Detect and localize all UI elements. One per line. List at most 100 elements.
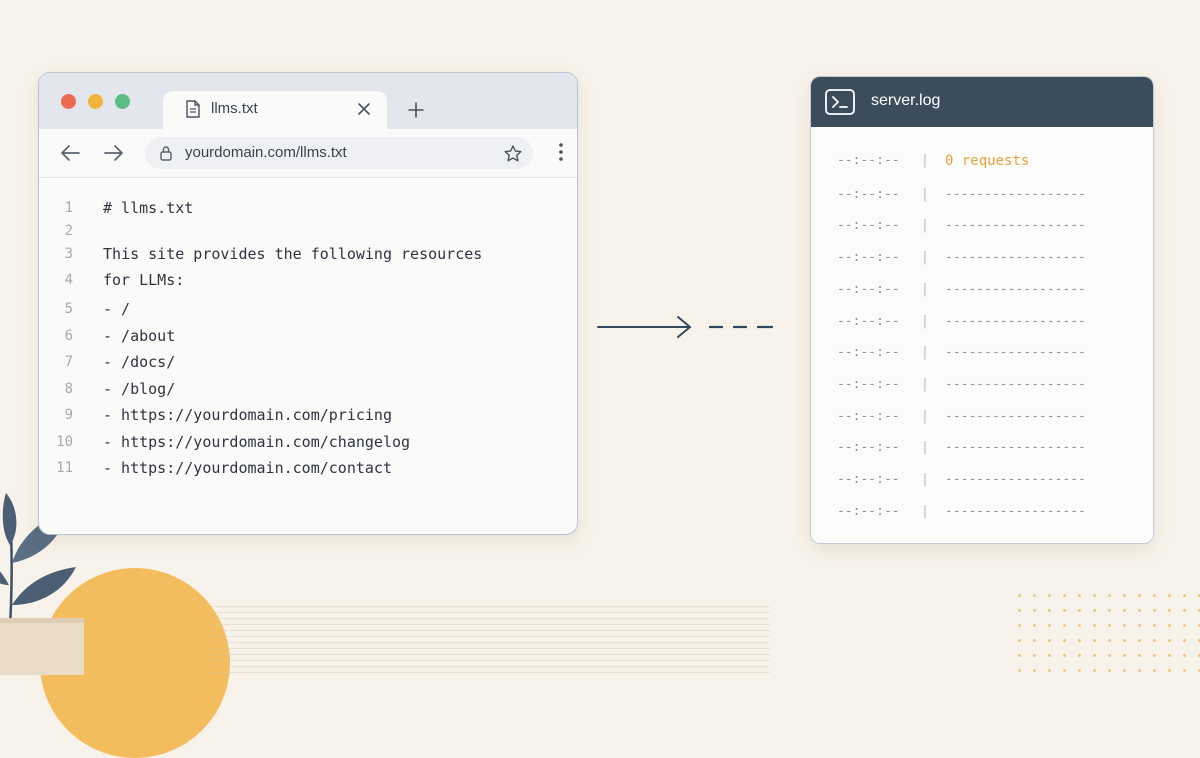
browser-tab[interactable]: llms.txt (163, 91, 387, 129)
line-text: - https://yourdomain.com/pricing (103, 406, 392, 424)
line-text: # llms.txt (103, 199, 194, 217)
line-number: 11 (56, 460, 73, 476)
log-separator: | (921, 153, 929, 168)
code-line: 7 - /docs/ (39, 351, 577, 373)
code-line: 6 - /about (39, 325, 577, 347)
log-separator: | (921, 314, 929, 329)
log-row: --:--:-- | ------------------ (811, 342, 1153, 364)
server-log-title: server.log (871, 92, 941, 109)
log-row: --:--:-- | ------------------ (811, 215, 1153, 237)
browser-toolbar: yourdomain.com/llms.txt (39, 129, 577, 178)
line-text: - / (103, 300, 131, 318)
log-time: --:--:-- (837, 314, 900, 329)
line-text: - /about (103, 327, 176, 345)
code-line: 9 - https://yourdomain.com/pricing (39, 404, 577, 426)
browser-window: llms.txt yourdomain.com/llms.txt 1 # llm… (38, 72, 578, 535)
log-time: --:--:-- (837, 472, 900, 487)
server-log-header: server.log (811, 77, 1153, 127)
log-time: --:--:-- (837, 187, 900, 202)
dot-grid-decoration (1012, 588, 1200, 672)
log-row: --:--:-- | ------------------ (811, 311, 1153, 333)
log-time: --:--:-- (837, 218, 900, 233)
log-separator: | (921, 187, 929, 202)
forward-arrow-icon[interactable] (103, 143, 125, 163)
line-text: - https://yourdomain.com/contact (103, 459, 392, 477)
log-text: ------------------ (945, 472, 1086, 487)
log-time: --:--:-- (837, 504, 900, 519)
line-text: - /blog/ (103, 380, 176, 398)
line-number: 7 (64, 354, 73, 370)
code-line: 4 for LLMs: (39, 269, 577, 291)
code-line: 11 - https://yourdomain.com/contact (39, 457, 577, 479)
terminal-icon (825, 89, 855, 115)
log-text: ------------------ (945, 250, 1086, 265)
log-row: --:--:-- | ------------------ (811, 279, 1153, 301)
log-time: --:--:-- (837, 440, 900, 455)
log-time: --:--:-- (837, 153, 900, 168)
log-row: --:--:-- | ------------------ (811, 437, 1153, 459)
line-number: 6 (64, 328, 73, 344)
log-time: --:--:-- (837, 250, 900, 265)
log-row: --:--:-- | 0 requests (811, 150, 1153, 172)
line-number: 2 (64, 223, 73, 239)
browser-titlebar: llms.txt (39, 73, 577, 129)
kebab-menu-icon[interactable] (559, 143, 563, 161)
document-icon (186, 100, 200, 118)
request-arrow-icon (597, 316, 774, 338)
log-text: ------------------ (945, 187, 1086, 202)
log-separator: | (921, 250, 929, 265)
log-text: ------------------ (945, 377, 1086, 392)
tab-title: llms.txt (211, 100, 258, 117)
close-window-button[interactable] (61, 94, 76, 109)
log-separator: | (921, 409, 929, 424)
log-separator: | (921, 440, 929, 455)
log-row: --:--:-- | ------------------ (811, 469, 1153, 491)
minimize-window-button[interactable] (88, 94, 103, 109)
log-text: ------------------ (945, 314, 1086, 329)
line-text: - https://yourdomain.com/changelog (103, 433, 411, 451)
log-separator: | (921, 377, 929, 392)
line-text: for LLMs: (103, 271, 185, 289)
line-number: 3 (64, 246, 73, 262)
log-row: --:--:-- | ------------------ (811, 501, 1153, 523)
code-line: 2 (39, 220, 577, 242)
maximize-window-button[interactable] (115, 94, 130, 109)
code-line: 10 - https://yourdomain.com/changelog (39, 431, 577, 453)
line-text: This site provides the following resourc… (103, 245, 483, 263)
line-number: 4 (64, 272, 73, 288)
log-row: --:--:-- | ------------------ (811, 374, 1153, 396)
striped-lines-decoration (210, 606, 770, 676)
line-number: 5 (64, 301, 73, 317)
line-number: 10 (56, 434, 73, 450)
log-separator: | (921, 218, 929, 233)
lock-icon (160, 146, 172, 161)
address-bar[interactable]: yourdomain.com/llms.txt (145, 137, 533, 169)
request-count: 0 requests (945, 153, 1030, 169)
code-line: 3 This site provides the following resour… (39, 243, 577, 265)
back-arrow-icon[interactable] (59, 143, 81, 163)
close-icon[interactable] (355, 100, 373, 118)
log-text: ------------------ (945, 345, 1086, 360)
log-row: --:--:-- | ------------------ (811, 247, 1153, 269)
line-number: 9 (64, 407, 73, 423)
log-time: --:--:-- (837, 377, 900, 392)
bookmark-star-icon[interactable] (503, 144, 523, 164)
new-tab-plus-icon[interactable] (407, 101, 425, 119)
code-line: 5 - / (39, 298, 577, 320)
server-log-window: server.log --:--:-- | 0 requests --:--:-- |… (810, 76, 1154, 544)
log-time: --:--:-- (837, 282, 900, 297)
log-separator: | (921, 472, 929, 487)
line-number: 8 (64, 381, 73, 397)
code-line: 1 # llms.txt (39, 197, 577, 219)
log-text: ------------------ (945, 504, 1086, 519)
log-row: --:--:-- | ------------------ (811, 406, 1153, 428)
log-row: --:--:-- | ------------------ (811, 184, 1153, 206)
url-text: yourdomain.com/llms.txt (185, 144, 347, 161)
log-separator: | (921, 345, 929, 360)
log-text: ------------------ (945, 409, 1086, 424)
log-text: ------------------ (945, 282, 1086, 297)
log-text: ------------------ (945, 440, 1086, 455)
line-number: 1 (64, 200, 73, 216)
log-time: --:--:-- (837, 345, 900, 360)
log-separator: | (921, 282, 929, 297)
